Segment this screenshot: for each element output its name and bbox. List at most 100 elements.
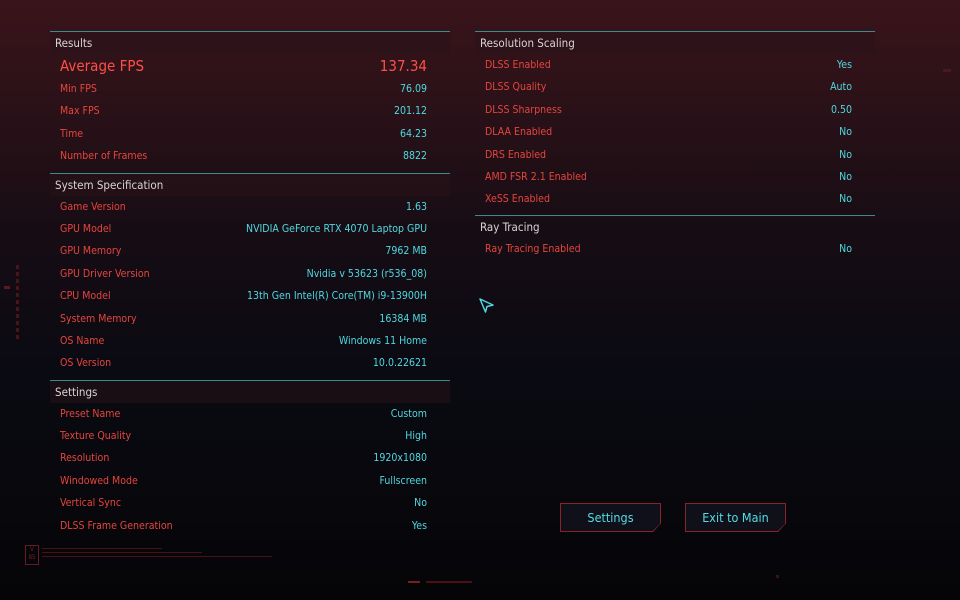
arrow-icon: [408, 580, 420, 583]
average-fps-value: 137.34: [379, 57, 427, 75]
system-spec-header: System Specification: [50, 172, 450, 196]
row-value: No: [839, 126, 852, 139]
settings-button[interactable]: Settings: [560, 503, 661, 532]
row-value: 0.50: [830, 103, 852, 116]
result-row: Time 64.23: [50, 123, 450, 145]
row-label: Vertical Sync: [60, 497, 122, 510]
result-row: Max FPS 201.12: [50, 100, 450, 122]
results-header: Results: [50, 31, 450, 54]
row-value: 10.0.22621: [372, 357, 427, 370]
row-label: DLSS Frame Generation: [60, 519, 173, 532]
tag-line: [425, 580, 472, 583]
row-value: Windows 11 Home: [338, 334, 427, 347]
result-row: Number of Frames 8822: [50, 145, 450, 167]
row-value: No: [839, 193, 852, 206]
left-panel: Results Average FPS 137.34 Min FPS 76.09…: [50, 31, 450, 537]
row-label: Texture Quality: [60, 430, 132, 443]
scaling-row: XeSS Enabled No: [475, 188, 875, 210]
spec-row: CPU Model 13th Gen Intel(R) Core(TM) i9-…: [50, 285, 450, 307]
decoration-dot: [776, 575, 779, 578]
row-value: Yes: [411, 519, 427, 532]
row-label: System Memory: [60, 312, 137, 325]
row-label: Windowed Mode: [60, 474, 138, 487]
row-value: 1920x1080: [373, 452, 427, 465]
ray-tracing-header: Ray Tracing: [475, 214, 875, 238]
row-value: NVIDIA GeForce RTX 4070 Laptop GPU: [246, 222, 427, 235]
spec-row: System Memory 16384 MB: [50, 308, 450, 330]
row-label: DLSS Quality: [485, 81, 547, 94]
row-label: GPU Model: [60, 222, 112, 235]
row-value: 64.23: [399, 127, 427, 140]
row-label: DLSS Sharpness: [485, 103, 562, 116]
settings-header: Settings: [50, 379, 450, 403]
scaling-row: DLSS Quality Auto: [475, 76, 875, 98]
settings-row: DLSS Frame Generation Yes: [50, 515, 450, 537]
row-value: Nvidia v 53623 (r536_08): [306, 267, 427, 280]
row-label: DLAA Enabled: [485, 126, 553, 139]
ray-tracing-row: Ray Tracing Enabled No: [475, 238, 875, 260]
spec-row: GPU Memory 7962 MB: [50, 240, 450, 262]
row-value: 16384 MB: [379, 312, 427, 325]
cursor-arrow-icon: [479, 298, 494, 313]
row-label: GPU Memory: [60, 245, 122, 258]
row-value: No: [839, 242, 852, 255]
row-label: Number of Frames: [60, 150, 148, 163]
row-label: OS Name: [60, 334, 105, 347]
side-decoration-mark: [4, 286, 10, 289]
spec-row: GPU Driver Version Nvidia v 53623 (r536_…: [50, 263, 450, 285]
row-label: Game Version: [60, 200, 126, 213]
average-fps-row: Average FPS 137.34: [50, 54, 450, 78]
exit-to-main-menu-button[interactable]: Exit to Main Menu: [685, 503, 786, 532]
row-label: DLSS Enabled: [485, 59, 551, 71]
row-value: 76.09: [399, 83, 427, 95]
row-label: Preset Name: [60, 407, 121, 420]
legal-fineprint: [42, 548, 272, 560]
row-value: 7962 MB: [385, 245, 427, 258]
ray-tracing-section: Ray Tracing Ray Tracing Enabled No: [475, 214, 875, 260]
row-value: No: [839, 170, 852, 183]
results-section: Results Average FPS 137.34 Min FPS 76.09…: [50, 31, 450, 168]
average-fps-label: Average FPS: [60, 57, 145, 75]
version-badge: V 85: [25, 545, 39, 565]
row-label: Resolution: [60, 452, 110, 465]
row-label: GPU Driver Version: [60, 267, 150, 280]
row-value: Auto: [830, 81, 852, 94]
bottom-decoration-tag: [408, 579, 472, 585]
settings-row: Vertical Sync No: [50, 492, 450, 514]
row-label: Min FPS: [60, 83, 97, 95]
settings-row: Texture Quality High: [50, 425, 450, 447]
right-panel: Resolution Scaling DLSS Enabled Yes DLSS…: [475, 31, 875, 260]
spec-row: Game Version 1.63: [50, 196, 450, 218]
row-value: No: [414, 497, 427, 510]
settings-section: Settings Preset Name Custom Texture Qual…: [50, 379, 450, 537]
row-value: Fullscreen: [379, 474, 427, 487]
row-label: DRS Enabled: [485, 148, 547, 161]
row-value: Yes: [836, 59, 852, 71]
settings-row: Preset Name Custom: [50, 403, 450, 425]
row-label: Ray Tracing Enabled: [485, 242, 581, 255]
resolution-scaling-header: Resolution Scaling: [475, 31, 875, 54]
settings-row: Windowed Mode Fullscreen: [50, 470, 450, 492]
spec-row: GPU Model NVIDIA GeForce RTX 4070 Laptop…: [50, 218, 450, 240]
scaling-row: DRS Enabled No: [475, 144, 875, 166]
row-label: Time: [60, 127, 84, 140]
row-value: 201.12: [393, 105, 427, 118]
row-value: Custom: [390, 407, 427, 420]
side-decoration-strip: [16, 265, 19, 340]
spec-row: OS Name Windows 11 Home: [50, 330, 450, 352]
scaling-row: AMD FSR 2.1 Enabled No: [475, 166, 875, 188]
row-label: OS Version: [60, 357, 112, 370]
row-value: 8822: [402, 150, 427, 163]
row-label: CPU Model: [60, 290, 111, 303]
result-row: Min FPS 76.09: [50, 78, 450, 100]
scaling-row: DLSS Sharpness 0.50: [475, 99, 875, 121]
row-value: High: [405, 430, 427, 443]
row-value: 1.63: [405, 200, 427, 213]
scaling-row: DLAA Enabled No: [475, 121, 875, 143]
right-decoration-mark: [943, 69, 951, 72]
row-label: AMD FSR 2.1 Enabled: [485, 170, 587, 183]
row-value: 13th Gen Intel(R) Core(TM) i9-13900H: [246, 290, 427, 303]
spec-row: OS Version 10.0.22621: [50, 352, 450, 374]
scaling-row: DLSS Enabled Yes: [475, 54, 875, 76]
row-label: Max FPS: [60, 105, 100, 118]
